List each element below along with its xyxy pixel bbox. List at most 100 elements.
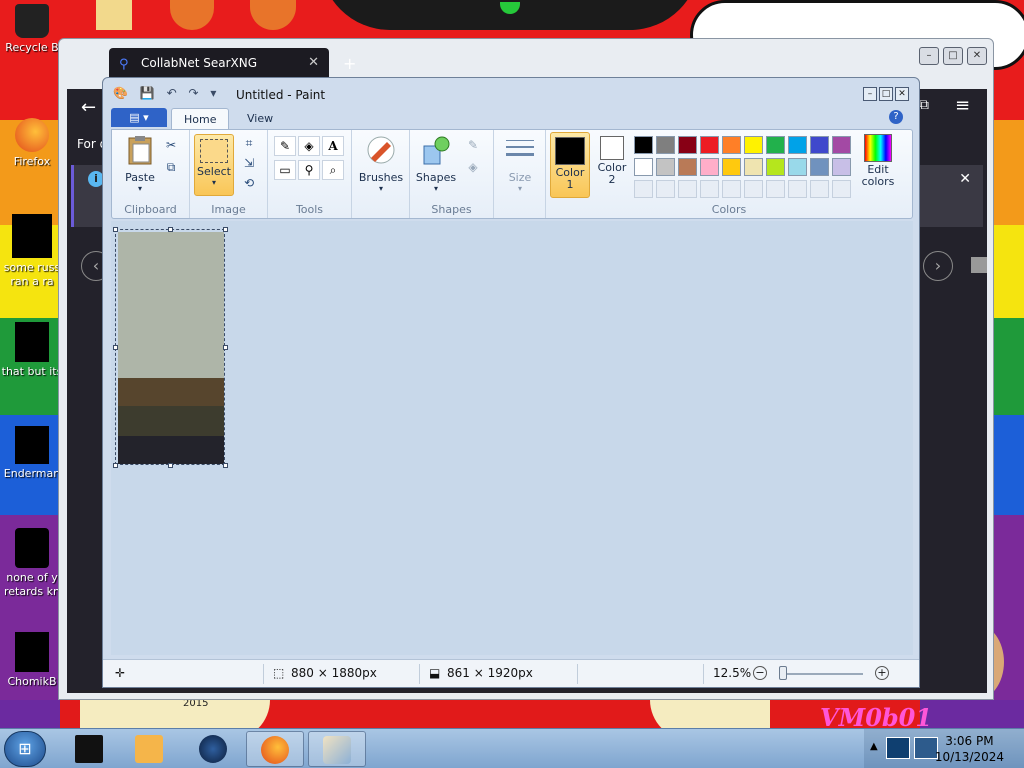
palette-empty-swatch[interactable] — [766, 180, 785, 198]
palette-empty-swatch[interactable] — [722, 180, 741, 198]
desktop-icon-shortcut[interactable]: some russ ran a ra — [0, 214, 64, 289]
outline-icon[interactable]: ✎ — [464, 136, 482, 154]
palette-color-swatch[interactable] — [634, 158, 653, 176]
zoom-slider-thumb[interactable] — [779, 666, 787, 680]
partial-desktop-icon[interactable] — [96, 0, 132, 30]
palette-color-swatch[interactable] — [810, 158, 829, 176]
network-icon[interactable] — [886, 737, 910, 759]
clock[interactable]: 3:06 PM 10/13/2024 — [935, 733, 1004, 765]
palette-color-swatch[interactable] — [788, 158, 807, 176]
taskbar-app-media[interactable] — [120, 731, 178, 767]
palette-color-swatch[interactable] — [766, 158, 785, 176]
canvas-area[interactable] — [111, 221, 913, 655]
palette-color-swatch[interactable] — [700, 136, 719, 154]
resize-handle[interactable] — [223, 463, 228, 468]
color1-button[interactable]: Color 1 — [550, 132, 590, 198]
close-banner-icon[interactable]: ✕ — [959, 171, 971, 187]
cut-icon[interactable]: ✂ — [162, 136, 180, 154]
color2-button[interactable]: Color 2 — [592, 132, 632, 196]
palette-color-swatch[interactable] — [700, 158, 719, 176]
palette-color-swatch[interactable] — [832, 158, 851, 176]
file-menu-button[interactable]: ▤ ▾ — [111, 108, 167, 127]
tray-expand-icon[interactable]: ▲ — [870, 741, 878, 752]
palette-color-swatch[interactable] — [788, 136, 807, 154]
palette-color-swatch[interactable] — [810, 136, 829, 154]
desktop-icon-shortcut[interactable]: none of y retards kn — [0, 528, 64, 599]
extensions-icon[interactable]: ⧉ — [919, 97, 929, 113]
start-button[interactable]: ⊞ — [4, 731, 46, 767]
browser-tab[interactable]: ⚲ CollabNet SearXNG ✕ — [109, 48, 329, 80]
image-selection[interactable] — [115, 229, 225, 465]
menu-icon[interactable]: ≡ — [955, 95, 970, 116]
palette-empty-swatch[interactable] — [744, 180, 763, 198]
palette-color-swatch[interactable] — [678, 136, 697, 154]
palette-color-swatch[interactable] — [634, 136, 653, 154]
minimize-button[interactable]: – — [919, 47, 939, 65]
zoom-in-button[interactable]: + — [875, 666, 889, 680]
partial-desktop-icon[interactable] — [250, 0, 296, 30]
resize-handle[interactable] — [223, 227, 228, 232]
palette-empty-swatch[interactable] — [810, 180, 829, 198]
resize-handle[interactable] — [223, 345, 228, 350]
zoom-slider[interactable] — [783, 673, 863, 675]
desktop-icon-shortcut[interactable]: that but its — [0, 322, 64, 379]
edit-colors-button[interactable]: Edit colors — [856, 134, 900, 188]
tab-view[interactable]: View — [235, 108, 285, 130]
scrollbar-thumb[interactable] — [971, 257, 987, 273]
palette-color-swatch[interactable] — [656, 136, 675, 154]
palette-color-swatch[interactable] — [656, 158, 675, 176]
rotate-icon[interactable]: ⟲ — [240, 174, 258, 192]
undo-icon[interactable]: ↶ — [167, 86, 177, 100]
eraser-icon[interactable]: ▭ — [274, 160, 296, 180]
resize-handle[interactable] — [168, 463, 173, 468]
palette-empty-swatch[interactable] — [788, 180, 807, 198]
select-button[interactable]: Select ▾ — [194, 134, 234, 196]
qat-dropdown-icon[interactable]: ▾ — [210, 86, 216, 100]
palette-empty-swatch[interactable] — [634, 180, 653, 198]
pencil-icon[interactable]: ✎ — [274, 136, 296, 156]
palette-color-swatch[interactable] — [832, 136, 851, 154]
back-arrow-icon[interactable]: ← — [81, 97, 96, 118]
palette-color-swatch[interactable] — [722, 158, 741, 176]
redo-icon[interactable]: ↷ — [188, 86, 198, 100]
help-icon[interactable]: ? — [889, 110, 903, 124]
desktop-icon-enderman[interactable]: Enderman — [0, 426, 64, 481]
text-icon[interactable]: A — [322, 136, 344, 156]
partial-desktop-icon[interactable] — [170, 0, 214, 30]
copy-icon[interactable]: ⧉ — [162, 158, 180, 176]
palette-empty-swatch[interactable] — [832, 180, 851, 198]
fill-icon[interactable]: ◈ — [298, 136, 320, 156]
minimize-button[interactable]: – — [863, 87, 877, 101]
size-button[interactable]: Size ▾ — [500, 134, 540, 193]
color-picker-icon[interactable]: ⚲ — [298, 160, 320, 180]
palette-color-swatch[interactable] — [766, 136, 785, 154]
palette-color-swatch[interactable] — [722, 136, 741, 154]
palette-empty-swatch[interactable] — [656, 180, 675, 198]
paint-window[interactable]: 🎨 💾 ↶ ↷ ▾ Untitled - Paint – □ ✕ ▤ ▾ Hom… — [102, 77, 920, 688]
close-button[interactable]: ✕ — [967, 47, 987, 65]
desktop-icon-recycle-bin[interactable]: Recycle B — [0, 4, 64, 55]
resize-handle[interactable] — [168, 227, 173, 232]
palette-empty-swatch[interactable] — [700, 180, 719, 198]
fill-shape-icon[interactable]: ◈ — [464, 158, 482, 176]
close-tab-icon[interactable]: ✕ — [308, 55, 319, 70]
resize-handle[interactable] — [113, 345, 118, 350]
resize-handle[interactable] — [113, 227, 118, 232]
desktop-icon-chomik[interactable]: ChomikB — [0, 632, 64, 689]
zoom-out-button[interactable]: − — [753, 666, 767, 680]
taskbar-app-cmd[interactable] — [60, 731, 118, 767]
palette-empty-swatch[interactable] — [678, 180, 697, 198]
new-tab-button[interactable]: + — [343, 54, 356, 73]
tab-home[interactable]: Home — [171, 108, 230, 130]
crop-icon[interactable]: ⌗ — [240, 134, 258, 152]
paste-button[interactable]: Paste ▾ — [120, 134, 160, 193]
carousel-next-button[interactable]: › — [923, 251, 953, 281]
resize-handle[interactable] — [113, 463, 118, 468]
maximize-button[interactable]: □ — [943, 47, 963, 65]
desktop-icon-firefox[interactable]: Firefox — [0, 118, 64, 169]
taskbar-app-globe[interactable] — [184, 731, 242, 767]
palette-color-swatch[interactable] — [744, 136, 763, 154]
magnifier-icon[interactable]: ⌕ — [322, 160, 344, 180]
maximize-button[interactable]: □ — [879, 87, 893, 101]
close-button[interactable]: ✕ — [895, 87, 909, 101]
